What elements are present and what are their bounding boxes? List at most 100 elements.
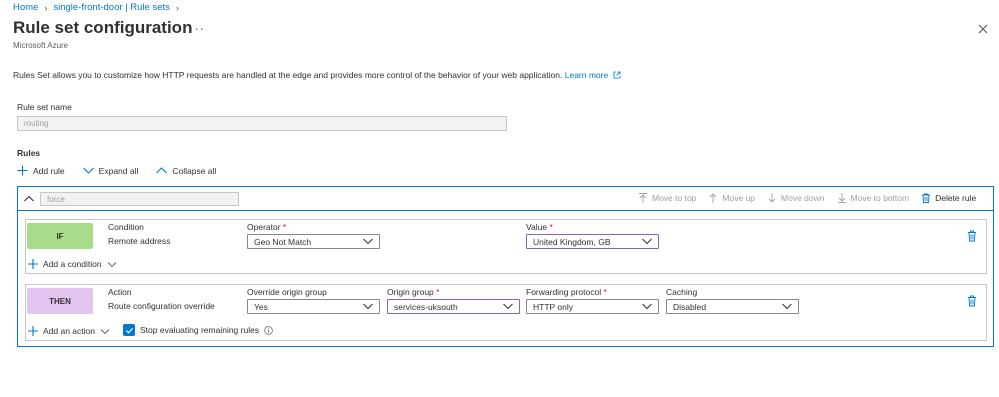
- description: Rules Set allows you to customize how HT…: [13, 70, 621, 80]
- ellipsis-icon[interactable]: ···: [189, 21, 205, 36]
- checkmark-icon: [125, 327, 133, 334]
- forwarding-protocol-label: Forwarding protocol *: [526, 287, 607, 297]
- stop-evaluating-option: Stop evaluating remaining rules: [123, 324, 273, 336]
- operator-select[interactable]: Geo Not Match: [247, 234, 380, 249]
- chevron-up-icon: [156, 167, 168, 174]
- chevron-down-icon: [363, 238, 373, 245]
- expand-all-button[interactable]: Expand all: [82, 165, 139, 176]
- action-section: THEN Action Route configuration override…: [25, 284, 987, 341]
- caching-value: Disabled: [673, 301, 707, 312]
- move-down-button[interactable]: Move down: [767, 193, 825, 203]
- chevron-down-icon: [82, 167, 94, 174]
- forwarding-protocol-select[interactable]: HTTP only: [526, 299, 659, 314]
- chevron-down-icon: [503, 303, 513, 310]
- if-badge: IF: [27, 223, 93, 249]
- chevron-up-icon[interactable]: [24, 194, 34, 203]
- operator-label: Operator *: [247, 222, 286, 232]
- page-title: Rule set configuration: [13, 18, 193, 37]
- rule-name-input[interactable]: force: [40, 192, 239, 206]
- rule-header: force Move to top Move up Move down Move…: [18, 187, 993, 211]
- rule-set-name-input: routing: [17, 116, 507, 131]
- chevron-down-icon: [363, 303, 373, 310]
- learn-more-link[interactable]: Learn more: [565, 70, 608, 80]
- forwarding-protocol-value: HTTP only: [533, 301, 573, 312]
- info-icon[interactable]: [264, 325, 273, 335]
- action-type-value: Route configuration override: [108, 301, 215, 311]
- chevron-right-icon: ›: [44, 2, 48, 13]
- page-subtitle: Microsoft Azure: [13, 41, 69, 50]
- origin-group-label: Origin group *: [387, 287, 439, 297]
- move-to-top-label: Move to top: [652, 193, 697, 203]
- move-down-label: Move down: [781, 193, 825, 203]
- description-text: Rules Set allows you to customize how HT…: [13, 70, 563, 80]
- collapse-all-button[interactable]: Collapse all: [156, 165, 216, 176]
- operator-label-text: Operator: [247, 222, 281, 232]
- move-to-bottom-button[interactable]: Move to bottom: [837, 193, 910, 203]
- expand-all-label: Expand all: [98, 165, 139, 176]
- required-mark: *: [603, 287, 607, 297]
- required-mark: *: [549, 222, 553, 232]
- rules-heading: Rules: [17, 148, 41, 158]
- chevron-right-icon: ›: [175, 2, 179, 13]
- trash-icon[interactable]: [967, 230, 977, 242]
- chevron-down-icon: [100, 329, 110, 335]
- rule-set-name-label: Rule set name: [17, 102, 72, 112]
- add-action-button[interactable]: Add an action: [28, 326, 110, 336]
- trash-icon: [922, 193, 931, 203]
- override-origin-group-value: Yes: [254, 301, 268, 312]
- move-up-button[interactable]: Move up: [708, 193, 755, 203]
- arrow-down-to-bottom-icon: [837, 193, 846, 203]
- delete-rule-label: Delete rule: [935, 193, 977, 203]
- origin-group-value: services-uksouth: [394, 301, 458, 312]
- forwarding-protocol-label-text: Forwarding protocol: [526, 287, 602, 297]
- origin-group-label-text: Origin group: [387, 287, 434, 297]
- action-type-label: Action: [108, 287, 132, 297]
- value-label-text: Value: [526, 222, 548, 232]
- close-icon[interactable]: [976, 22, 990, 36]
- add-rule-label: Add rule: [33, 165, 65, 176]
- origin-group-select[interactable]: services-uksouth: [387, 299, 520, 314]
- breadcrumb: Home › single-front-door | Rule sets ›: [13, 2, 179, 13]
- operator-value: Geo Not Match: [254, 236, 312, 247]
- breadcrumb-home-link[interactable]: Home: [13, 2, 38, 13]
- stop-evaluating-label: Stop evaluating remaining rules: [140, 325, 260, 335]
- plus-icon: [28, 326, 38, 336]
- add-condition-button[interactable]: Add a condition: [28, 259, 117, 269]
- required-mark: *: [282, 222, 287, 232]
- condition-type-label: Condition: [108, 222, 144, 232]
- chevron-down-icon: [642, 303, 652, 310]
- external-link-icon[interactable]: [613, 71, 621, 79]
- add-action-label: Add an action: [43, 326, 95, 336]
- condition-type-value: Remote address: [108, 236, 171, 246]
- value-label: Value *: [526, 222, 553, 232]
- override-origin-group-label: Override origin group: [247, 287, 327, 297]
- arrow-down-icon: [768, 193, 776, 203]
- plus-icon: [17, 165, 28, 176]
- add-rule-button[interactable]: Add rule: [17, 165, 65, 176]
- arrow-up-to-top-icon: [639, 193, 647, 203]
- collapse-all-label: Collapse all: [172, 165, 217, 176]
- delete-rule-button[interactable]: Delete rule: [921, 193, 976, 203]
- move-to-top-button[interactable]: Move to top: [638, 193, 696, 203]
- breadcrumb-resource-link[interactable]: single-front-door | Rule sets: [53, 2, 170, 13]
- chevron-down-icon: [107, 262, 116, 268]
- stop-evaluating-checkbox[interactable]: [123, 324, 135, 336]
- condition-section: IF Condition Remote address Operator * G…: [25, 219, 987, 274]
- move-up-label: Move up: [722, 193, 756, 203]
- value-select[interactable]: United Kingdom, GB: [526, 234, 659, 249]
- rules-toolbar: Add rule Expand all Collapse all: [17, 165, 216, 176]
- then-badge: THEN: [27, 288, 93, 314]
- rule-card: force Move to top Move up Move down Move…: [17, 186, 994, 347]
- chevron-down-icon: [642, 238, 652, 245]
- plus-icon: [28, 259, 38, 269]
- add-condition-label: Add a condition: [43, 259, 102, 269]
- caching-label: Caching: [666, 287, 698, 297]
- caching-select[interactable]: Disabled: [666, 299, 799, 314]
- rule-actions: Move to top Move up Move down Move to bo…: [638, 193, 976, 203]
- move-to-bottom-label: Move to bottom: [850, 193, 910, 203]
- trash-icon[interactable]: [967, 295, 977, 307]
- override-origin-group-select[interactable]: Yes: [247, 299, 380, 314]
- required-mark: *: [436, 287, 440, 297]
- arrow-up-icon: [710, 193, 717, 203]
- chevron-down-icon: [782, 303, 792, 310]
